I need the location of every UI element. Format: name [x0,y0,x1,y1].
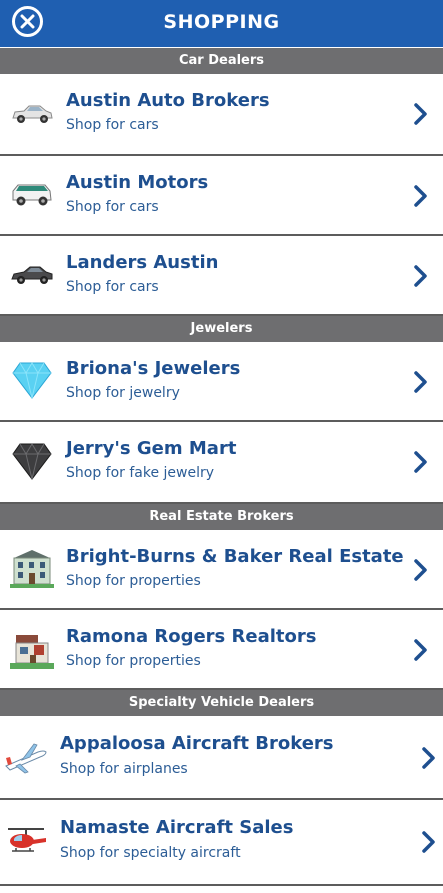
item-subtitle: Shop for cars [66,117,159,133]
item-subtitle: Shop for specialty aircraft [60,845,241,861]
list-item-ramona-rogers[interactable]: Ramona Rogers Realtors Shop for properti… [0,610,443,690]
chevron-right-icon [414,371,427,393]
item-subtitle: Shop for fake jewelry [66,465,215,481]
list-item-austin-motors[interactable]: Austin Motors Shop for cars [0,156,443,236]
list-item-appaloosa-aircraft[interactable]: Appaloosa Aircraft Brokers Shop for airp… [0,716,443,800]
list-item-landers-austin[interactable]: Landers Austin Shop for cars [0,236,443,316]
item-name: Austin Motors [66,172,209,193]
list-item-namaste-aircraft[interactable]: Namaste Aircraft Sales Shop for specialt… [0,800,443,886]
item-name: Briona's Jewelers [66,358,241,379]
item-subtitle: Shop for jewelry [66,385,180,401]
house-icon [8,630,56,670]
sedan-car-icon [8,94,56,134]
item-name: Ramona Rogers Realtors [66,626,317,647]
item-name: Austin Auto Brokers [66,90,270,111]
item-subtitle: Shop for cars [66,199,159,215]
item-subtitle: Shop for cars [66,279,159,295]
chevron-right-icon [414,639,427,661]
page-title: SHOPPING [163,11,280,33]
list-item-jerrys-gem-mart[interactable]: Jerry's Gem Mart Shop for fake jewelry [0,422,443,504]
chevron-right-icon [414,265,427,287]
chevron-right-icon [422,831,435,853]
chevron-right-icon [414,451,427,473]
section-header-specialty-vehicle-dealers: Specialty Vehicle Dealers [0,690,443,716]
chevron-right-icon [414,559,427,581]
airplane-icon [2,738,50,778]
helicopter-icon [2,820,50,860]
item-name: Namaste Aircraft Sales [60,817,294,838]
list-item-austin-auto-brokers[interactable]: Austin Auto Brokers Shop for cars [0,74,443,156]
chevron-right-icon [414,185,427,207]
list-item-bright-burns-baker[interactable]: Bright-Burns & Baker Real Estate Shop fo… [0,530,443,610]
item-subtitle: Shop for properties [66,573,201,589]
chevron-right-icon [414,103,427,125]
diamond-icon [8,360,56,400]
list-item-brionas-jewelers[interactable]: Briona's Jewelers Shop for jewelry [0,342,443,422]
section-header-real-estate-brokers: Real Estate Brokers [0,504,443,530]
item-name: Landers Austin [66,252,219,273]
chevron-right-icon [422,747,435,769]
item-name: Jerry's Gem Mart [66,438,237,459]
section-header-jewelers: Jewelers [0,316,443,342]
section-header-car-dealers: Car Dealers [0,48,443,74]
black-diamond-icon [8,441,56,481]
item-subtitle: Shop for properties [66,653,201,669]
mansion-icon [8,548,56,588]
item-name: Bright-Burns & Baker Real Estate [66,546,404,567]
item-name: Appaloosa Aircraft Brokers [60,733,334,754]
item-subtitle: Shop for airplanes [60,761,188,777]
app-header: SHOPPING [0,0,443,47]
suv-car-icon [8,174,56,214]
luxury-car-icon [8,255,56,295]
